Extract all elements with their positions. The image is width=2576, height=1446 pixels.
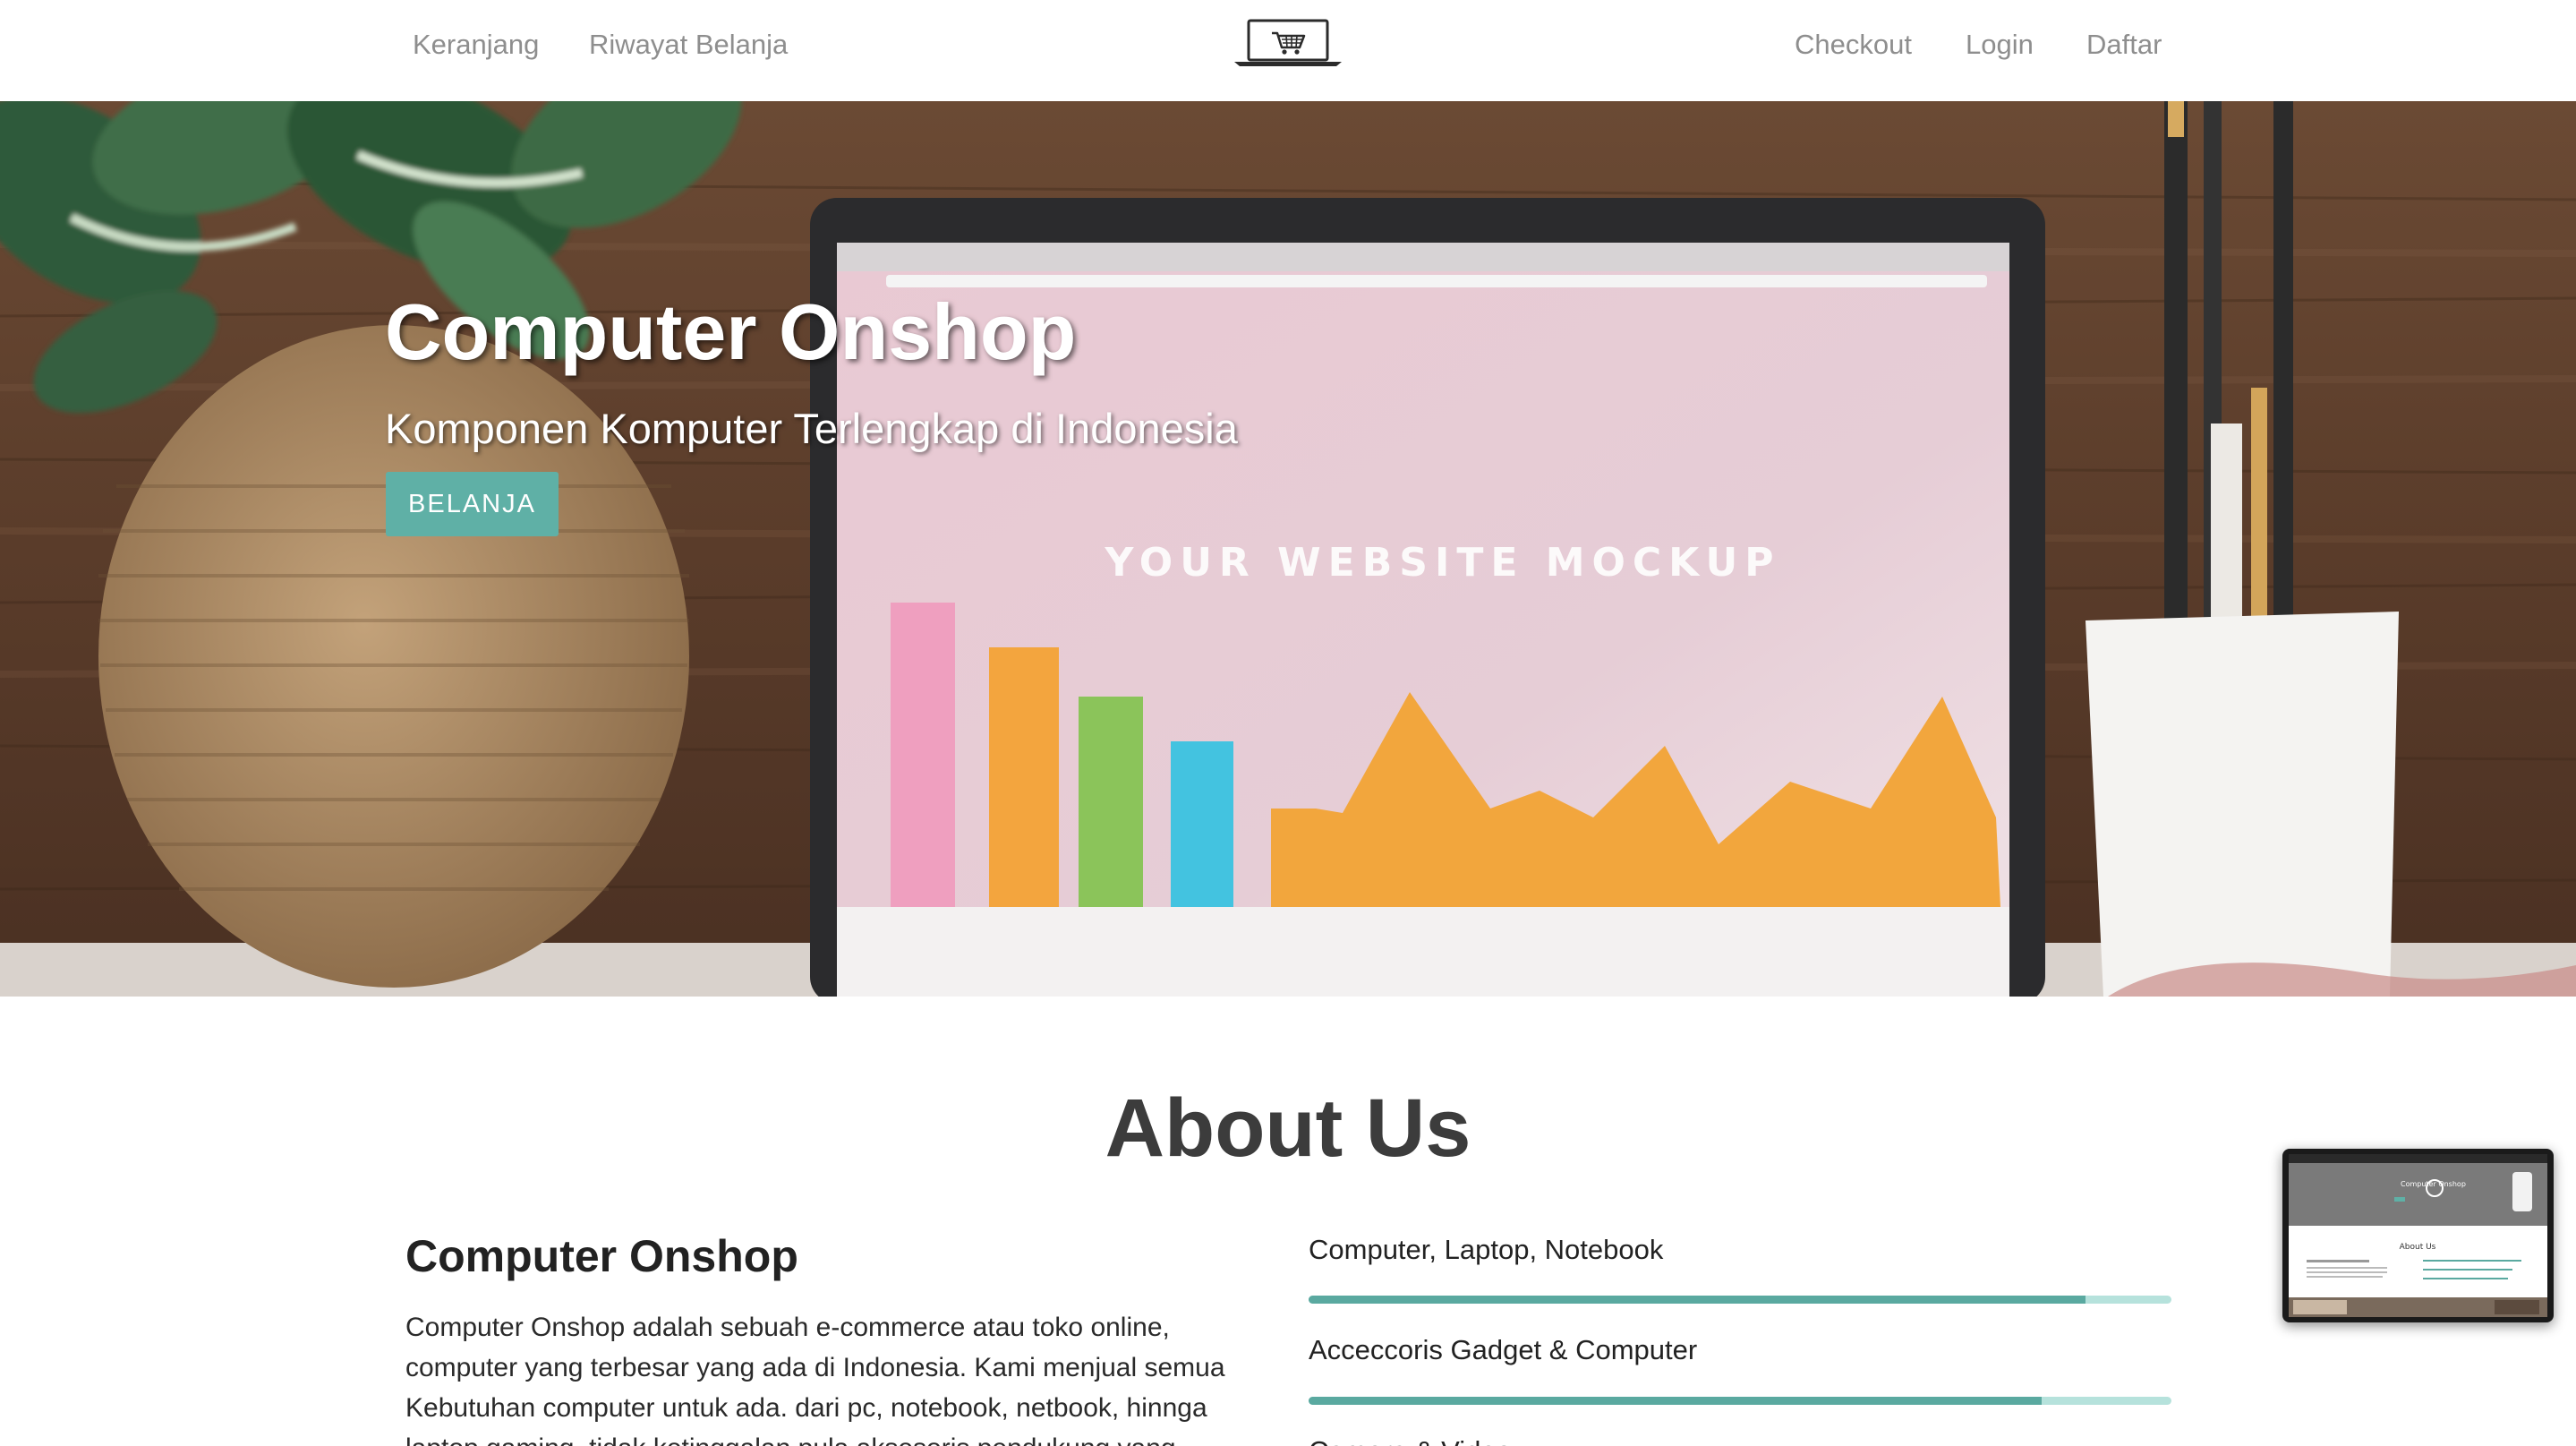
skill-progress-fill	[1309, 1296, 2086, 1304]
belanja-button[interactable]: BELANJA	[386, 472, 559, 536]
laptop-cart-icon	[1234, 19, 1342, 66]
mockup-text: YOUR WEBSITE MOCKUP	[1105, 540, 1781, 586]
thumbnail-preview-image: Computer Onshop About Us	[2289, 1154, 2547, 1317]
nav-link-keranjang[interactable]: Keranjang	[413, 27, 539, 63]
thumbnail-title: Computer Onshop	[2401, 1180, 2466, 1188]
hero-title: Computer Onshop	[385, 287, 1077, 376]
brand-logo[interactable]	[1233, 18, 1343, 68]
nav-link-daftar[interactable]: Daftar	[2086, 27, 2162, 63]
hero-subtitle: Komponen Komputer Terlengkap di Indonesi…	[385, 405, 1238, 452]
screenshot-thumbnail[interactable]: Computer Onshop About Us	[2282, 1149, 2554, 1322]
skill-label: Camera & Video	[1309, 1433, 2171, 1446]
skill-progress-track	[1309, 1397, 2171, 1405]
about-subheading: Computer Onshop	[405, 1231, 798, 1281]
top-navbar: Keranjang Riwayat Belanja Checkout Login…	[0, 0, 2576, 101]
about-paragraph: Computer Onshop adalah sebuah e-commerce…	[405, 1313, 1225, 1446]
skill-item: Camera & Video	[1309, 1433, 2171, 1446]
nav-link-riwayat-belanja[interactable]: Riwayat Belanja	[589, 27, 788, 63]
skill-progress-fill	[1309, 1397, 2043, 1405]
nav-link-checkout[interactable]: Checkout	[1795, 27, 1912, 63]
about-heading: About Us	[1105, 1082, 1471, 1174]
skill-label: Acceccoris Gadget & Computer	[1309, 1334, 1698, 1365]
thumbnail-preview: Computer Onshop About Us	[2289, 1154, 2547, 1317]
skill-item: Acceccoris Gadget & Computer	[1309, 1331, 2171, 1405]
nav-link-login[interactable]: Login	[1966, 27, 2034, 63]
hero-background-image: YOUR WEBSITE MOCKUP	[0, 101, 2576, 997]
thumbnail-heading: About Us	[2400, 1243, 2436, 1252]
skill-item: Computer, Laptop, Notebook	[1309, 1231, 2171, 1304]
skill-label: Computer, Laptop, Notebook	[1309, 1234, 1664, 1265]
hero-banner: YOUR WEBSITE MOCKUP Computer Onshop Komp…	[0, 101, 2576, 997]
skill-progress-track	[1309, 1296, 2171, 1304]
